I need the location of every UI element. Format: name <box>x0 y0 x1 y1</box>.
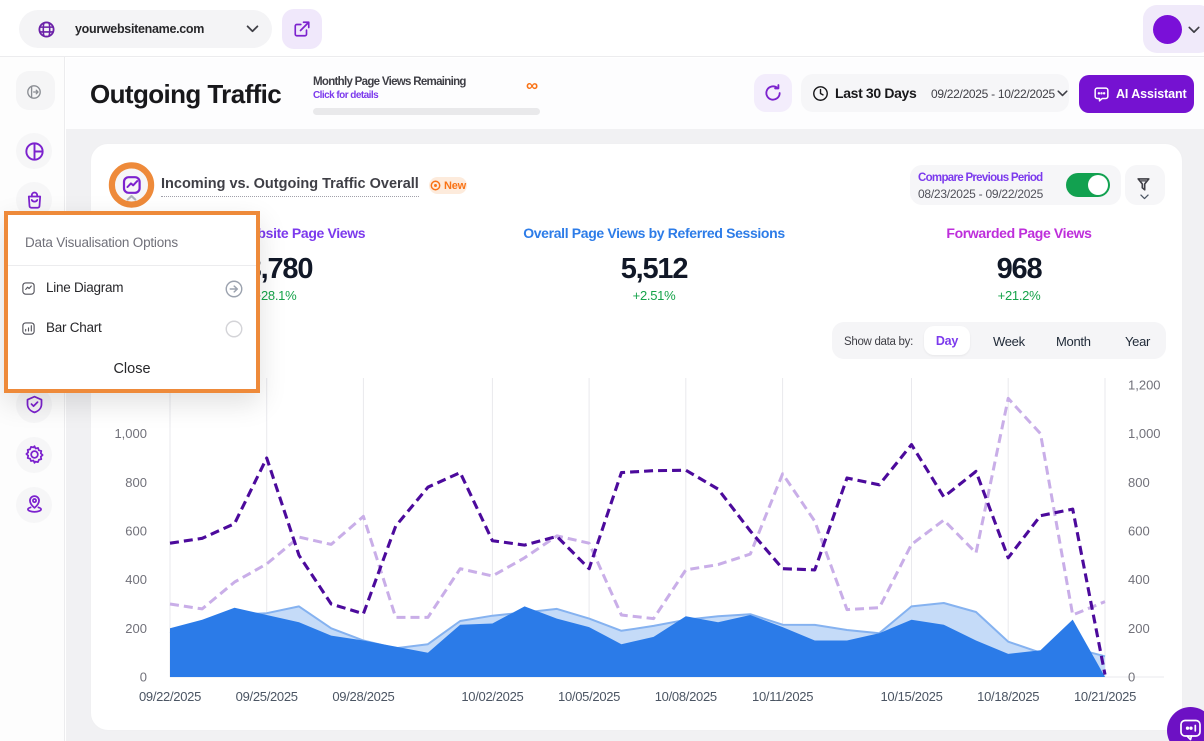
svg-text:400: 400 <box>1128 572 1150 587</box>
svg-text:10/02/2025: 10/02/2025 <box>461 689 523 704</box>
svg-text:1,200: 1,200 <box>1128 378 1161 393</box>
svg-text:10/08/2025: 10/08/2025 <box>655 689 717 704</box>
svg-text:09/25/2025: 09/25/2025 <box>236 689 298 704</box>
svg-text:10/05/2025: 10/05/2025 <box>558 689 620 704</box>
svg-text:800: 800 <box>1128 475 1150 490</box>
svg-text:1,000: 1,000 <box>114 426 147 441</box>
svg-text:09/22/2025: 09/22/2025 <box>139 689 201 704</box>
svg-text:600: 600 <box>1128 524 1150 539</box>
svg-text:0: 0 <box>1128 670 1135 685</box>
svg-text:09/28/2025: 09/28/2025 <box>332 689 394 704</box>
svg-text:10/11/2025: 10/11/2025 <box>752 689 813 704</box>
svg-text:10/15/2025: 10/15/2025 <box>880 689 942 704</box>
svg-text:10/18/2025: 10/18/2025 <box>977 689 1039 704</box>
svg-text:0: 0 <box>140 670 147 685</box>
svg-text:200: 200 <box>1128 621 1150 636</box>
svg-text:800: 800 <box>125 475 147 490</box>
svg-text:200: 200 <box>125 621 147 636</box>
svg-text:1,000: 1,000 <box>1128 426 1161 441</box>
svg-text:400: 400 <box>125 572 147 587</box>
svg-text:600: 600 <box>125 524 147 539</box>
svg-text:10/21/2025: 10/21/2025 <box>1074 689 1136 704</box>
